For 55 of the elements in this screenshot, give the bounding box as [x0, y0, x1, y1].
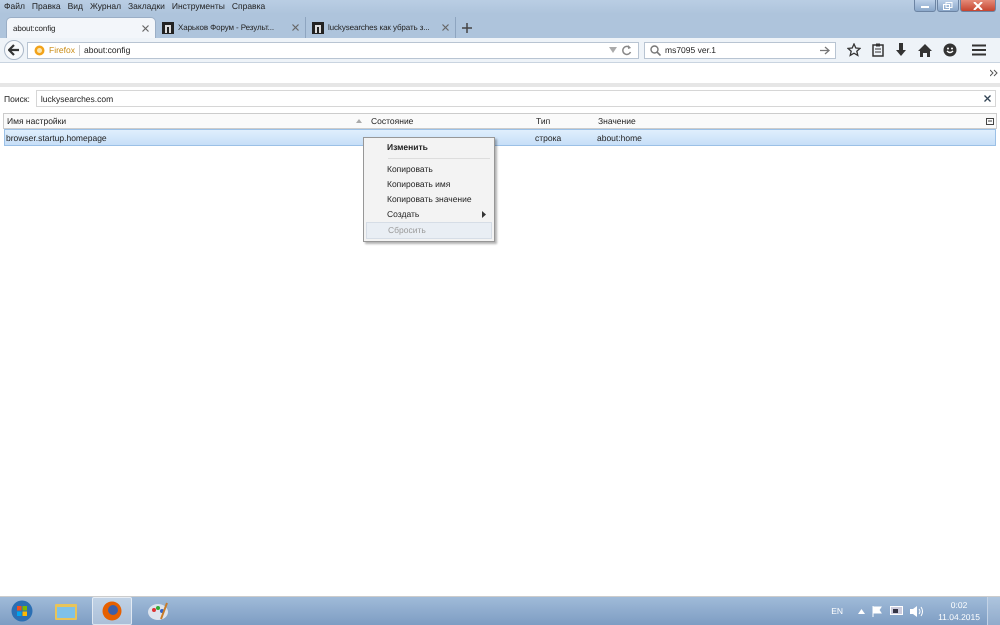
column-header[interactable]: Тип — [533, 116, 595, 126]
home-icon[interactable] — [918, 44, 932, 56]
reload-icon[interactable] — [621, 44, 632, 56]
close-tab-icon[interactable] — [292, 24, 299, 31]
browser-tab[interactable]: about:config — [6, 17, 156, 38]
speaker-icon[interactable] — [910, 606, 924, 616]
menu-item[interactable]: Правка — [32, 1, 61, 11]
table-cell-text: browser.startup.homepage — [5, 132, 108, 142]
sort-icon — [356, 119, 362, 123]
close-tab-icon[interactable] — [442, 24, 449, 31]
restore-icon — [943, 2, 953, 10]
search-label: Поиск: — [4, 94, 30, 104]
clipboard-icon[interactable] — [872, 43, 884, 57]
download-icon[interactable] — [895, 43, 907, 57]
menu-item[interactable]: Справка — [232, 1, 266, 11]
menu-item[interactable]: Вид — [68, 1, 84, 11]
back-button[interactable] — [4, 40, 24, 60]
submenu-arrow-icon — [482, 211, 486, 218]
star-icon[interactable] — [847, 43, 861, 57]
menu-item[interactable]: Журнал — [90, 1, 122, 11]
menu-item[interactable]: Копировать значение — [366, 192, 492, 207]
table-cell-text: строка — [534, 132, 562, 142]
clear-icon[interactable] — [984, 95, 991, 102]
menu-item[interactable]: Инструменты — [172, 1, 225, 11]
plus-icon — [462, 22, 472, 32]
close-tab-icon[interactable] — [142, 24, 149, 32]
restore-button[interactable] — [937, 0, 959, 12]
menu-item[interactable]: Копировать — [366, 162, 492, 177]
close-icon — [973, 2, 983, 10]
favicon-icon — [312, 22, 324, 34]
menu-item[interactable]: Файл — [4, 1, 25, 11]
arrow-right-icon[interactable] — [820, 46, 830, 54]
column-picker-icon[interactable] — [986, 118, 994, 124]
menu-item[interactable]: Создать — [366, 207, 492, 222]
chevron-icon[interactable] — [990, 69, 998, 77]
search-field[interactable]: ms7095 ver.1 — [644, 42, 836, 58]
back-arrow-icon — [8, 44, 20, 56]
url-field[interactable]: Firefox about:config — [27, 42, 639, 58]
menu-item[interactable]: Копировать имя — [366, 177, 492, 192]
palette-icon — [147, 601, 169, 621]
folder-icon — [55, 602, 77, 620]
search-icon — [650, 44, 661, 56]
minimize-button[interactable] — [914, 0, 936, 12]
close-button[interactable] — [960, 0, 996, 12]
favicon-icon — [162, 22, 174, 34]
filter-field[interactable]: luckysearches.com — [36, 90, 996, 107]
network-icon[interactable] — [890, 606, 904, 616]
menu-item[interactable]: Закладки — [128, 1, 165, 11]
column-header[interactable]: Значение — [595, 116, 986, 126]
table-cell-text: about:home — [596, 132, 643, 142]
column-header[interactable]: Состояние — [368, 116, 533, 126]
menu-icon[interactable] — [972, 44, 986, 56]
taskbar-app[interactable] — [92, 597, 132, 625]
flag-icon[interactable] — [872, 606, 884, 616]
column-header[interactable]: Имя настройки — [4, 116, 368, 126]
